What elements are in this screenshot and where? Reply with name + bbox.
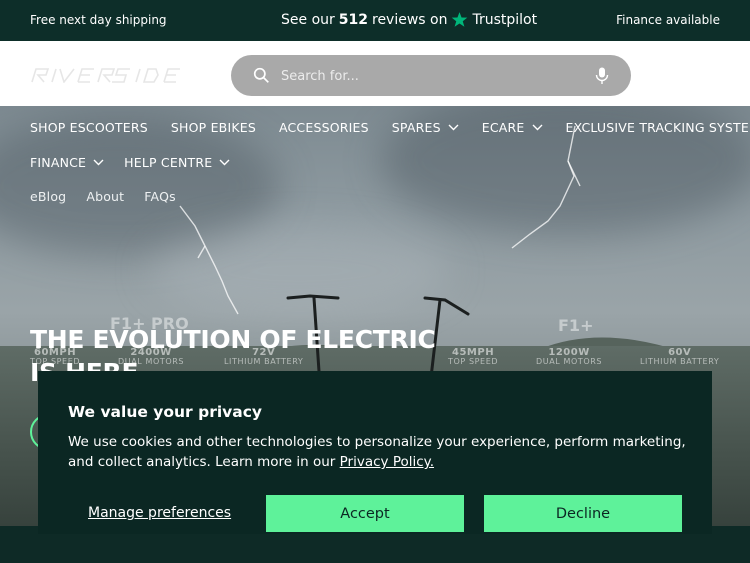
microphone-icon[interactable] <box>595 67 609 85</box>
chevron-down-icon <box>219 159 230 166</box>
nav-ecare[interactable]: ECARE <box>482 120 543 135</box>
site-logo[interactable] <box>30 67 190 83</box>
nav-spares[interactable]: SPARES <box>392 120 459 135</box>
chevron-down-icon <box>93 159 104 166</box>
nav-eblog[interactable]: eBlog <box>30 189 66 204</box>
cookie-consent-banner: We value your privacy We use cookies and… <box>38 371 712 534</box>
manage-preferences-link[interactable]: Manage preferences <box>88 505 231 521</box>
spec-motors: 1200W DUAL MOTORS <box>536 347 603 366</box>
review-count: 512 <box>338 11 368 28</box>
spec-top-speed: 45MPH TOP SPEED <box>448 347 499 366</box>
search-bar[interactable] <box>231 55 631 96</box>
trustpilot-reviews-link[interactable]: See our 512 reviews on Trustpilot <box>281 11 537 28</box>
model-name: F1+ <box>558 316 594 335</box>
chevron-down-icon <box>448 124 459 131</box>
nav-row-secondary: FINANCE HELP CENTRE <box>30 155 230 170</box>
privacy-policy-link[interactable]: Privacy Policy. <box>340 454 434 470</box>
search-input[interactable] <box>281 65 581 87</box>
nav-exclusive-tracking-system[interactable]: EXCLUSIVE TRACKING SYSTEM <box>566 120 750 135</box>
nav-accessories[interactable]: ACCESSORIES <box>279 120 369 135</box>
page: Free next day shipping See our 512 revie… <box>0 0 750 563</box>
reviews-prefix: See our <box>281 11 335 28</box>
spec-battery: 60V LITHIUM BATTERY <box>640 347 720 366</box>
nav-faqs[interactable]: FAQs <box>144 189 176 204</box>
shipping-notice: Free next day shipping <box>30 13 167 27</box>
search-icon[interactable] <box>253 67 270 84</box>
nav-about[interactable]: About <box>86 189 124 204</box>
cookie-title: We value your privacy <box>68 403 263 421</box>
trustpilot-label: Trustpilot <box>472 11 538 28</box>
chevron-down-icon <box>532 124 542 131</box>
decline-button[interactable]: Decline <box>484 495 682 532</box>
accept-button[interactable]: Accept <box>266 495 464 532</box>
top-announcement-bar: Free next day shipping See our 512 revie… <box>0 0 750 41</box>
finance-notice: Finance available <box>616 13 720 27</box>
nav-help-centre[interactable]: HELP CENTRE <box>124 155 230 170</box>
nav-row-tertiary: eBlog About FAQs <box>30 189 176 204</box>
nav-shop-ebikes[interactable]: SHOP EBIKES <box>171 120 256 135</box>
nav-row-primary: SHOP ESCOOTERS SHOP EBIKES ACCESSORIES S… <box>30 120 750 135</box>
trustpilot-star-icon <box>452 12 468 27</box>
nav-finance[interactable]: FINANCE <box>30 155 104 170</box>
reviews-middle: reviews on <box>372 11 448 28</box>
cookie-description: We use cookies and other technologies to… <box>68 434 686 470</box>
site-header <box>0 41 750 106</box>
nav-shop-escooters[interactable]: SHOP ESCOOTERS <box>30 120 148 135</box>
